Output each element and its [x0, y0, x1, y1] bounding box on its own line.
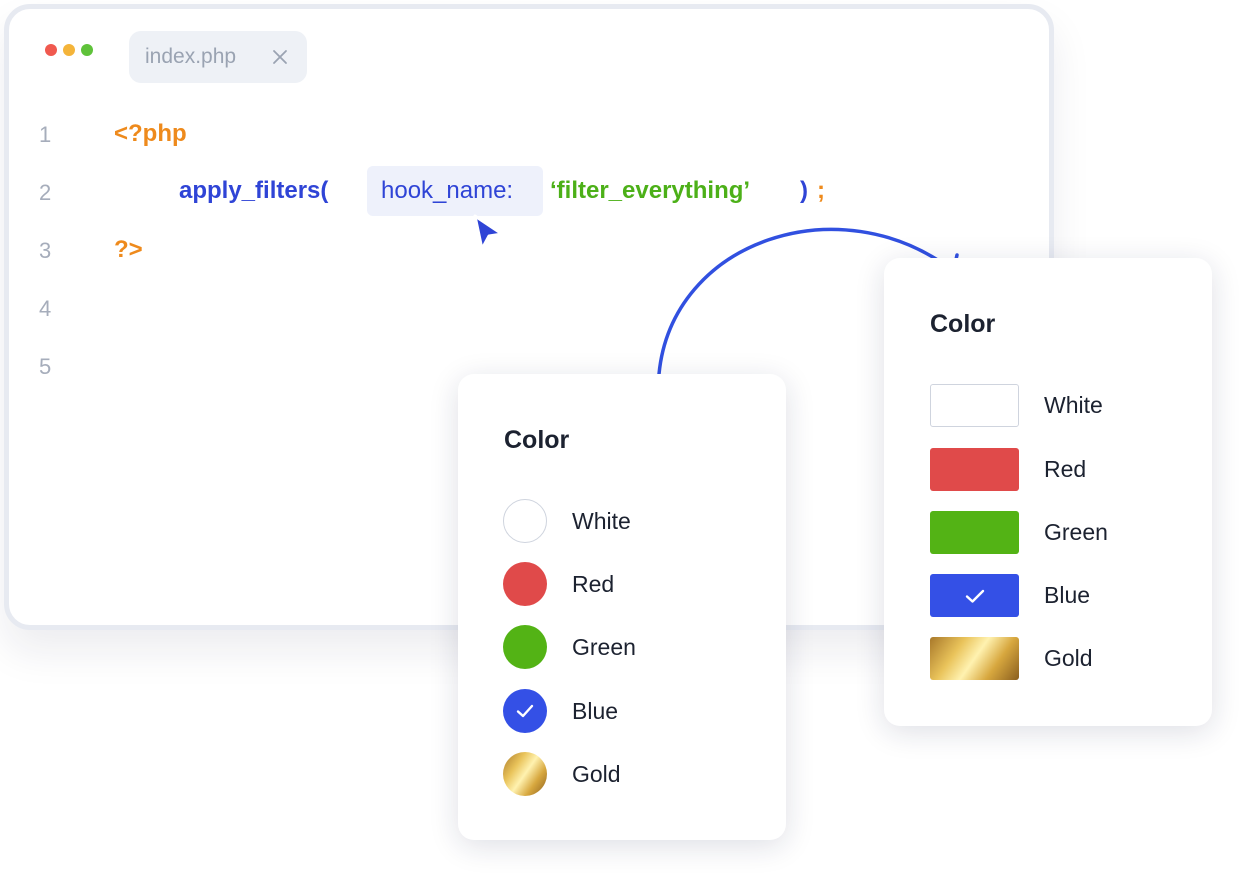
option-label: Green [1044, 519, 1108, 545]
option-green[interactable]: Green [503, 625, 636, 669]
option-red[interactable]: Red [930, 448, 1086, 491]
option-gold[interactable]: Gold [930, 637, 1093, 680]
color-radio-card: Color White Red Green Blue Gold [458, 374, 786, 840]
option-red[interactable]: Red [503, 562, 614, 606]
checkmark-icon [965, 589, 984, 603]
card-title: Color [930, 310, 996, 338]
red-swatch[interactable] [930, 448, 1019, 491]
option-blue[interactable]: Blue [503, 689, 618, 733]
checkmark-icon [516, 704, 534, 718]
gold-radio[interactable] [503, 752, 547, 796]
option-label: Red [1044, 456, 1087, 482]
option-green[interactable]: Green [930, 511, 1108, 554]
color-swatch-card: Color White Red Green Blue Gold [884, 258, 1212, 726]
white-radio[interactable] [503, 499, 547, 543]
white-swatch[interactable] [930, 384, 1019, 427]
green-swatch[interactable] [930, 511, 1019, 554]
option-gold[interactable]: Gold [503, 752, 621, 796]
option-label: Blue [1044, 582, 1091, 608]
option-label: Gold [1044, 645, 1093, 671]
blue-swatch-selected[interactable] [930, 574, 1019, 617]
option-label: Gold [572, 760, 621, 787]
option-blue[interactable]: Blue [930, 574, 1090, 617]
green-radio[interactable] [503, 625, 547, 669]
option-white[interactable]: White [503, 499, 631, 543]
option-label: Green [572, 633, 636, 660]
blue-radio-selected[interactable] [503, 689, 547, 733]
option-white[interactable]: White [930, 384, 1103, 427]
option-label: Red [572, 570, 615, 597]
red-radio[interactable] [503, 562, 547, 606]
option-label: White [1044, 392, 1103, 418]
option-label: Blue [572, 697, 619, 724]
card-title: Color [504, 426, 570, 454]
option-label: White [572, 507, 631, 534]
gold-swatch[interactable] [930, 637, 1019, 680]
